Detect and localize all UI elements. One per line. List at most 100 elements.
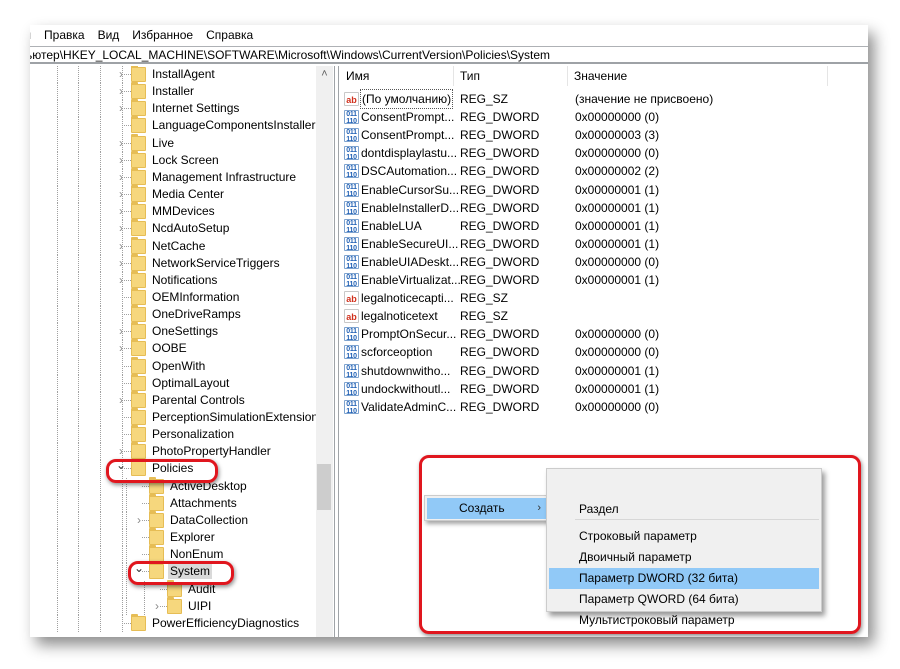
address-bar[interactable]: ьютер\HKEY_LOCAL_MACHINE\SOFTWARE\Micros… [30,46,868,64]
submenu-item[interactable]: Параметр DWORD (32 бита) [549,568,819,589]
tree-item[interactable]: › Parental Controls [30,390,333,409]
tree-item[interactable]: › UIPI [30,596,333,615]
tree-item[interactable]: Audit [30,579,333,598]
tree-connector [124,279,131,281]
collapse-icon[interactable]: ⌄ [134,560,144,577]
value-row[interactable]: 011 110 DSCAutomation... REG_DWORD 0x0000000… [340,162,868,180]
tree-guide [78,100,79,118]
value-name: shutdownwitho... [361,363,451,378]
submenu-item[interactable]: Двоичный параметр [549,547,819,568]
value-row[interactable]: 011 110 PromptOnSecur... REG_DWORD 0x0000000… [340,325,868,343]
tree-guide [126,563,127,581]
tree-item[interactable]: › MMDevices [30,202,333,221]
tree-item[interactable]: PerceptionSimulationExtensions [30,408,333,426]
menu-help[interactable]: Справка [206,28,253,42]
pane-splitter[interactable] [334,66,339,637]
submenu-item[interactable]: Параметр QWORD (64 бита) [549,589,819,610]
string-value-icon: ab [344,309,359,324]
tree-guide [126,494,127,512]
value-type: REG_DWORD [460,381,540,396]
tree-item[interactable]: Personalization [30,425,333,444]
tree-guide [78,186,79,204]
tree-item[interactable]: Attachments [30,493,333,512]
scroll-thumb[interactable] [317,464,331,510]
tree-item[interactable]: OneDriveRamps [30,305,333,324]
address-path[interactable]: ьютер\HKEY_LOCAL_MACHINE\SOFTWARE\Micros… [30,48,550,62]
value-row[interactable]: 011 110 dontdisplaylastu... REG_DWORD 0x0000… [340,144,868,162]
submenu-item[interactable]: Мультистроковый параметр [549,610,819,631]
tree-item[interactable]: › InstallAgent [30,66,333,83]
folder-icon [131,133,146,151]
value-row[interactable]: 011 110 ConsentPrompt... REG_DWORD 0x0000000… [340,126,868,144]
tree-scrollbar[interactable]: ˄ [316,66,333,637]
column-name[interactable]: Имя [340,66,454,86]
tree-connector [124,91,131,93]
tree-guide [100,271,101,289]
submenu-item[interactable]: Раздел [549,499,819,520]
tree-item[interactable]: ActiveDesktop [30,476,333,495]
tree-item[interactable]: › Management Infrastructure [30,167,333,186]
column-type[interactable]: Тип [454,66,568,86]
tree-item[interactable]: ⌄ System [30,560,333,581]
value-row[interactable]: 011 110 ConsentPrompt... REG_DWORD 0x0000000… [340,108,868,126]
tree-guide [126,511,127,529]
value-row[interactable]: 011 110 scforceoption REG_DWORD 0x00000000 (… [340,343,868,361]
submenu-item[interactable]: Строковый параметр [549,526,819,547]
value-row[interactable]: 011 110 EnableSecureUI... REG_DWORD 0x000000… [340,235,868,253]
menu-item-create[interactable]: Создать › [427,498,547,519]
tree-item[interactable]: › OOBE [30,339,333,358]
tree-item[interactable]: › Lock Screen [30,150,333,169]
tree-item[interactable]: PowerEfficiencyDiagnostics [30,613,333,632]
tree-connector [124,262,131,264]
value-row[interactable]: ab (По умолчанию) REG_SZ (значение не присв… [340,89,868,109]
string-value-icon: ab [344,291,359,306]
tree-guide [78,134,79,152]
tree-item[interactable]: Explorer [30,528,333,547]
tree-item[interactable]: › Internet Settings [30,99,333,118]
tree-item[interactable]: › PhotoPropertyHandler [30,442,333,461]
value-row[interactable]: 011 110 EnableInstallerD... REG_DWORD 0x0000… [340,199,868,217]
value-row[interactable]: 011 110 shutdownwitho... REG_DWORD 0x0000000… [340,362,868,380]
tree-item[interactable]: › Live [30,133,333,152]
value-row[interactable]: 011 110 undockwithoutl... REG_DWORD 0x000000… [340,380,868,398]
value-row[interactable]: 011 110 ValidateAdminC... REG_DWORD 0x000000… [340,398,868,416]
tree-guide [122,597,123,615]
tree-item[interactable]: OEMInformation [30,287,333,306]
value-row[interactable]: ab legalnoticetext REG_SZ [340,307,868,325]
binary-value-icon: 011 110 [344,381,359,397]
tree-connector [142,519,149,521]
menu-view[interactable]: Вид [98,28,120,42]
tree-item[interactable]: › NcdAutoSetup [30,219,333,238]
folder-icon [131,373,146,391]
menu-favorites[interactable]: Избранное [132,28,193,42]
tree-guide [122,546,123,564]
value-row[interactable]: 011 110 EnableUIADeskt... REG_DWORD 0x000000… [340,253,868,271]
tree-item[interactable]: › DataCollection [30,510,333,529]
tree-item[interactable]: › OneSettings [30,322,333,341]
value-row[interactable]: ab legalnoticecapti... REG_SZ [340,289,868,307]
tree-guide [100,134,101,152]
tree-item[interactable]: › Installer [30,82,333,101]
tree-item[interactable]: › Media Center [30,185,333,204]
tree-item[interactable]: › NetworkServiceTriggers [30,253,333,272]
menu-edit[interactable]: Правка [44,28,85,42]
tree-item[interactable]: OptimalLayout [30,373,333,392]
collapse-icon[interactable]: ⌄ [116,457,126,474]
menu-file[interactable]: л [30,28,31,42]
submenu-arrow-icon: › [537,502,541,514]
value-row[interactable]: 011 110 EnableVirtualizat... REG_DWORD 0x000… [340,271,868,289]
scroll-up-icon[interactable]: ˄ [316,66,333,83]
tree-item[interactable]: NonEnum [30,545,333,564]
value-row[interactable]: 011 110 EnableLUA REG_DWORD 0x00000001 (1) [340,217,868,235]
column-value[interactable]: Значение [568,66,828,86]
tree-guide [78,374,79,392]
value-row[interactable]: 011 110 EnableCursorSu... REG_DWORD 0x000000… [340,181,868,199]
tree-item[interactable]: ⌄ Policies [30,457,333,478]
tree-item[interactable]: OpenWith [30,356,333,375]
tree-connector [124,125,131,127]
tree-guide [57,186,58,204]
tree-item[interactable]: › NetCache [30,236,333,255]
tree-guide [122,409,123,426]
tree-item[interactable]: › Notifications [30,270,333,289]
tree-item[interactable]: LanguageComponentsInstaller [30,116,333,135]
